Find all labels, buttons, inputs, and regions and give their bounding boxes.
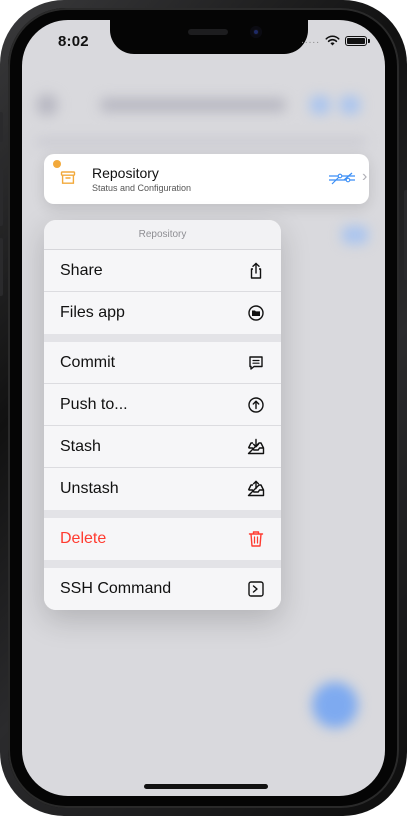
blur-fab bbox=[312, 682, 358, 728]
blur-action bbox=[340, 96, 360, 114]
menu-separator bbox=[44, 560, 281, 568]
menu-item-stash[interactable]: Stash bbox=[44, 426, 281, 468]
terminal-icon bbox=[248, 581, 264, 597]
speaker bbox=[188, 29, 228, 35]
menu-item-label: Stash bbox=[60, 437, 101, 455]
commit-icon bbox=[249, 355, 263, 370]
menu-item-label: Files app bbox=[60, 304, 125, 321]
blur-row bbox=[36, 138, 366, 146]
battery-icon bbox=[345, 35, 370, 46]
menu-item-label: Share bbox=[60, 261, 103, 279]
repository-subtitle: Status and Configuration bbox=[92, 183, 192, 193]
trash-icon bbox=[248, 531, 264, 547]
push-icon bbox=[248, 396, 264, 413]
wifi-icon bbox=[325, 35, 340, 46]
screen: 8:02 ..... Repository Status and Configu… bbox=[22, 20, 385, 796]
menu-separator bbox=[44, 510, 281, 518]
menu-item-unstash[interactable]: Unstash bbox=[44, 468, 281, 510]
menu-item-label: Push to... bbox=[60, 395, 128, 413]
menu-item-label: SSH Command bbox=[60, 580, 172, 597]
menu-item-delete[interactable]: Delete bbox=[44, 518, 281, 560]
repository-title: Repository bbox=[92, 165, 159, 181]
share-icon bbox=[250, 262, 262, 279]
menu-item-share[interactable]: Share bbox=[44, 250, 281, 292]
folder-icon bbox=[248, 305, 264, 321]
archive-box-icon bbox=[60, 171, 76, 184]
menu-header: Repository bbox=[44, 220, 281, 250]
stash-icon bbox=[247, 438, 265, 454]
blur-action bbox=[310, 96, 330, 114]
blur-title bbox=[100, 98, 286, 112]
repository-card[interactable]: Repository Status and Configuration › bbox=[44, 154, 369, 204]
menu-item-label: Commit bbox=[60, 353, 116, 371]
status-icons: ..... bbox=[301, 35, 370, 46]
signal-dots: ..... bbox=[301, 35, 320, 46]
menu-item-push-to[interactable]: Push to... bbox=[44, 384, 281, 426]
home-indicator[interactable] bbox=[144, 784, 268, 789]
front-camera bbox=[250, 26, 262, 38]
blur-badge bbox=[342, 226, 368, 244]
branch-graph-icon bbox=[329, 172, 355, 185]
menu-item-label: Delete bbox=[60, 530, 107, 547]
volume-up-button bbox=[0, 168, 3, 226]
volume-down-button bbox=[0, 238, 3, 296]
menu-item-commit[interactable]: Commit bbox=[44, 342, 281, 384]
menu-item-ssh-command[interactable]: SSH Command bbox=[44, 568, 281, 610]
status-dot bbox=[53, 160, 61, 168]
status-time: 8:02 bbox=[58, 33, 89, 50]
blur-back-button bbox=[36, 94, 58, 116]
unstash-icon bbox=[247, 480, 265, 497]
menu-separator bbox=[44, 334, 281, 342]
mute-switch bbox=[0, 112, 3, 142]
notch bbox=[110, 20, 308, 54]
context-menu: Repository Share Files app Commit Push t… bbox=[44, 220, 281, 610]
menu-item-label: Unstash bbox=[60, 480, 119, 497]
menu-item-files-app[interactable]: Files app bbox=[44, 292, 281, 334]
chevron-right-icon: › bbox=[362, 168, 368, 185]
